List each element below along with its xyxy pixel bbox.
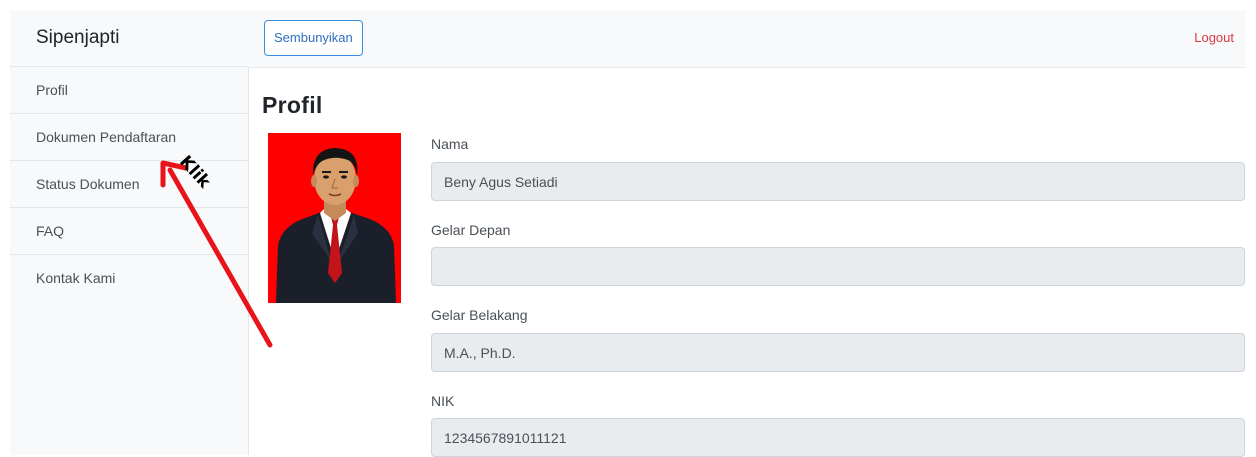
page-title: Profil bbox=[262, 92, 323, 118]
logout-link[interactable]: Logout bbox=[1194, 30, 1234, 45]
sidebar: Sipenjapti Profil Dokumen Pendaftaran St… bbox=[10, 10, 249, 455]
person-avatar-icon bbox=[268, 133, 401, 303]
nik-field[interactable] bbox=[431, 418, 1245, 457]
gelar-depan-label: Gelar Depan bbox=[431, 222, 511, 238]
sidebar-brand[interactable]: Sipenjapti bbox=[10, 10, 248, 67]
gelar-belakang-label: Gelar Belakang bbox=[431, 307, 528, 323]
gelar-depan-field[interactable] bbox=[431, 247, 1245, 286]
sidebar-item-profil[interactable]: Profil bbox=[10, 67, 248, 114]
nama-field[interactable] bbox=[431, 162, 1245, 201]
profile-photo bbox=[268, 133, 401, 303]
sidebar-item-status-dokumen[interactable]: Status Dokumen bbox=[10, 161, 248, 208]
nama-label: Nama bbox=[431, 136, 469, 152]
sidebar-item-dokumen-pendaftaran[interactable]: Dokumen Pendaftaran bbox=[10, 114, 248, 161]
sidebar-item-kontak-kami[interactable]: Kontak Kami bbox=[10, 255, 248, 302]
gelar-belakang-field[interactable] bbox=[431, 333, 1245, 372]
sidebar-item-faq[interactable]: FAQ bbox=[10, 208, 248, 255]
top-navbar: Sembunyikan Logout bbox=[248, 10, 1246, 68]
hide-sidebar-button[interactable]: Sembunyikan bbox=[264, 20, 363, 56]
nik-label: NIK bbox=[431, 393, 455, 409]
